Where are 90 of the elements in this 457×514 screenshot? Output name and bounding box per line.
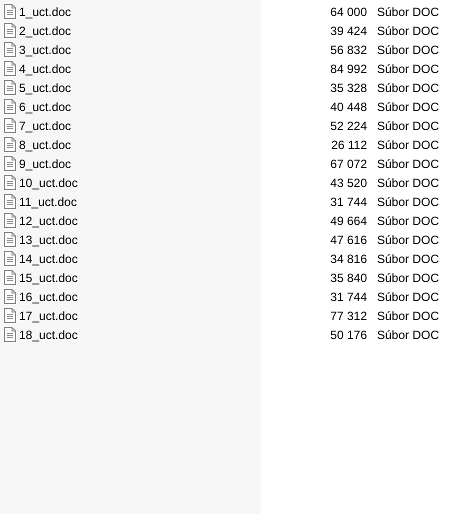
file-type: Súbor DOC xyxy=(376,42,440,56)
file-type: Súbor DOC xyxy=(376,328,440,342)
document-icon xyxy=(4,118,16,133)
file-row[interactable]: 8_uct.doc 26 112 Súbor DOC xyxy=(0,135,457,154)
file-row[interactable]: 13_uct.doc 47 616 Súbor DOC xyxy=(0,230,457,249)
file-size: 67 072 xyxy=(330,156,367,170)
file-name: 16_uct.doc xyxy=(19,290,78,304)
file-type: Súbor DOC xyxy=(376,4,440,18)
file-size: 56 832 xyxy=(330,42,367,56)
file-name: 5_uct.doc xyxy=(19,80,72,94)
file-type: Súbor DOC xyxy=(376,156,440,170)
file-size: 43 520 xyxy=(330,176,367,190)
document-icon xyxy=(4,327,16,342)
file-type: Súbor DOC xyxy=(376,62,440,76)
file-size: 35 328 xyxy=(330,80,367,94)
file-name: 3_uct.doc xyxy=(19,42,72,56)
file-type: Súbor DOC xyxy=(376,214,440,228)
file-type: Súbor DOC xyxy=(376,308,440,322)
file-type: Súbor DOC xyxy=(376,24,440,38)
file-name: 18_uct.doc xyxy=(19,328,78,342)
file-name: 1_uct.doc xyxy=(19,4,72,18)
file-type: Súbor DOC xyxy=(376,80,440,94)
file-row[interactable]: 17_uct.doc 77 312 Súbor DOC xyxy=(0,306,457,325)
file-size: 40 448 xyxy=(330,100,367,114)
file-row[interactable]: 3_uct.doc 56 832 Súbor DOC xyxy=(0,40,457,59)
file-name: 8_uct.doc xyxy=(19,138,72,152)
file-size: 26 112 xyxy=(331,138,367,152)
file-row[interactable]: 1_uct.doc 64 000 Súbor DOC xyxy=(0,2,457,21)
file-name: 13_uct.doc xyxy=(19,232,78,246)
file-row[interactable]: 11_uct.doc 31 744 Súbor DOC xyxy=(0,192,457,211)
document-icon xyxy=(4,289,16,304)
file-name: 6_uct.doc xyxy=(19,100,72,114)
file-type: Súbor DOC xyxy=(376,118,440,132)
document-icon xyxy=(4,42,16,57)
file-size: 49 664 xyxy=(330,214,367,228)
file-type: Súbor DOC xyxy=(376,176,440,190)
file-name: 9_uct.doc xyxy=(19,156,72,170)
file-name: 10_uct.doc xyxy=(19,176,78,190)
file-row[interactable]: 9_uct.doc 67 072 Súbor DOC xyxy=(0,154,457,173)
file-size: 34 816 xyxy=(330,252,367,266)
file-size: 52 224 xyxy=(330,118,367,132)
file-name: 17_uct.doc xyxy=(19,308,78,322)
file-size: 35 840 xyxy=(330,270,367,284)
file-row[interactable]: 15_uct.doc 35 840 Súbor DOC xyxy=(0,268,457,287)
file-name: 4_uct.doc xyxy=(19,62,72,76)
document-icon xyxy=(4,270,16,285)
file-size: 31 744 xyxy=(330,290,367,304)
file-type: Súbor DOC xyxy=(376,290,440,304)
document-icon xyxy=(4,23,16,38)
file-type: Súbor DOC xyxy=(376,252,440,266)
file-name: 15_uct.doc xyxy=(19,270,78,284)
file-name: 7_uct.doc xyxy=(19,118,72,132)
file-size: 77 312 xyxy=(330,308,367,322)
file-row[interactable]: 12_uct.doc 49 664 Súbor DOC xyxy=(0,211,457,230)
file-row[interactable]: 4_uct.doc 84 992 Súbor DOC xyxy=(0,59,457,78)
document-icon xyxy=(4,175,16,190)
file-size: 64 000 xyxy=(330,4,367,18)
file-size: 31 744 xyxy=(330,194,367,208)
file-size: 50 176 xyxy=(330,328,367,342)
file-type: Súbor DOC xyxy=(376,194,440,208)
file-row[interactable]: 7_uct.doc 52 224 Súbor DOC xyxy=(0,116,457,135)
file-row[interactable]: 5_uct.doc 35 328 Súbor DOC xyxy=(0,78,457,97)
file-type: Súbor DOC xyxy=(376,232,440,246)
document-icon xyxy=(4,61,16,76)
file-row[interactable]: 6_uct.doc 40 448 Súbor DOC xyxy=(0,97,457,116)
file-row[interactable]: 16_uct.doc 31 744 Súbor DOC xyxy=(0,287,457,306)
file-row[interactable]: 14_uct.doc 34 816 Súbor DOC xyxy=(0,249,457,268)
file-row[interactable]: 10_uct.doc 43 520 Súbor DOC xyxy=(0,173,457,192)
document-icon xyxy=(4,213,16,228)
file-size: 47 616 xyxy=(330,232,367,246)
file-name: 11_uct.doc xyxy=(19,194,77,208)
file-type: Súbor DOC xyxy=(376,100,440,114)
document-icon xyxy=(4,80,16,95)
file-name: 12_uct.doc xyxy=(19,214,78,228)
file-row[interactable]: 2_uct.doc 39 424 Súbor DOC xyxy=(0,21,457,40)
document-icon xyxy=(4,251,16,266)
file-size: 39 424 xyxy=(330,24,367,38)
document-icon xyxy=(4,232,16,247)
file-type: Súbor DOC xyxy=(376,138,440,152)
file-type: Súbor DOC xyxy=(376,270,440,284)
document-icon xyxy=(4,194,16,209)
document-icon xyxy=(4,156,16,171)
file-row[interactable]: 18_uct.doc 50 176 Súbor DOC xyxy=(0,325,457,344)
document-icon xyxy=(4,99,16,114)
file-name: 14_uct.doc xyxy=(19,252,78,266)
document-icon xyxy=(4,4,16,19)
document-icon xyxy=(4,137,16,152)
document-icon xyxy=(4,308,16,323)
file-name: 2_uct.doc xyxy=(19,24,72,38)
file-size: 84 992 xyxy=(330,62,367,76)
